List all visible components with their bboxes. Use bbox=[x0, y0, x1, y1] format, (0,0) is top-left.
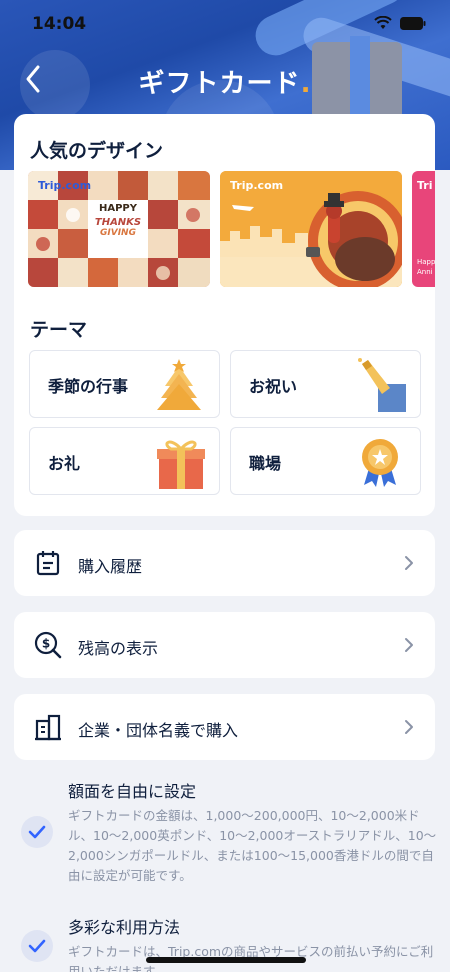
status-time: 14:04 bbox=[32, 14, 87, 34]
menu-label: 企業・団体名義で購入 bbox=[78, 721, 239, 740]
balance-search-icon: $ bbox=[34, 631, 62, 659]
design-brand: Trip.com bbox=[230, 179, 284, 192]
calendar-icon bbox=[36, 551, 60, 576]
menu-corporate-purchase[interactable]: 企業・団体名義で購入 bbox=[14, 694, 435, 760]
menu-view-balance[interactable]: $ 残高の表示 bbox=[14, 612, 435, 678]
feature-description: ギフトカードの金額は、1,000〜200,000円、10〜2,000米ドル、10… bbox=[68, 808, 437, 883]
tree-icon bbox=[157, 359, 201, 410]
theme-label: 季節の行事 bbox=[48, 377, 129, 396]
status-bar: 14:04 bbox=[0, 0, 450, 50]
theme-label: お礼 bbox=[48, 454, 81, 473]
chevron-right-icon bbox=[405, 720, 413, 734]
champagne-icon bbox=[358, 358, 406, 412]
checkmark-icon bbox=[21, 930, 53, 962]
theme-label: 職場 bbox=[249, 454, 282, 473]
theme-label: お祝い bbox=[249, 377, 298, 396]
menu-label: 残高の表示 bbox=[78, 639, 159, 658]
theme-seasonal-events[interactable]: 季節の行事 bbox=[29, 350, 220, 418]
menu-purchase-history[interactable]: 購入履歴 bbox=[14, 530, 435, 596]
nav-bar: ギフトカード. bbox=[0, 55, 450, 103]
page-title: ギフトカード. bbox=[138, 69, 312, 99]
themes-title: テーマ bbox=[30, 319, 88, 341]
home-indicator bbox=[146, 957, 306, 963]
design-card-anniversary[interactable]: Tri Happ Anni bbox=[412, 171, 435, 287]
feature-title: 額面を自由に設定 bbox=[68, 782, 197, 801]
feature-title: 多彩な利用方法 bbox=[68, 918, 181, 937]
popular-designs-title: 人気のデザイン bbox=[30, 140, 164, 162]
menu-label: 購入履歴 bbox=[78, 557, 143, 576]
gift-icon bbox=[157, 440, 205, 489]
theme-workplace[interactable]: 職場 bbox=[230, 427, 421, 495]
wifi-icon bbox=[374, 16, 392, 29]
designs-card: 人気のデザイン Trip.com HAPPY THANKS GIVING Tri… bbox=[14, 114, 435, 516]
building-icon bbox=[35, 714, 61, 741]
medal-icon bbox=[362, 439, 398, 487]
checkmark-icon bbox=[21, 816, 53, 848]
chevron-right-icon bbox=[405, 638, 413, 652]
design-card-thanksgiving[interactable]: Trip.com HAPPY THANKS GIVING bbox=[28, 171, 210, 287]
chevron-right-icon bbox=[405, 556, 413, 570]
battery-icon bbox=[400, 16, 426, 30]
svg-text:$: $ bbox=[42, 637, 50, 651]
theme-celebration[interactable]: お祝い bbox=[230, 350, 421, 418]
design-card-turkey[interactable]: Trip.com bbox=[220, 171, 402, 287]
design-brand: Trip.com bbox=[38, 179, 92, 192]
theme-thanks[interactable]: お礼 bbox=[29, 427, 220, 495]
design-brand: Tri bbox=[417, 179, 433, 192]
